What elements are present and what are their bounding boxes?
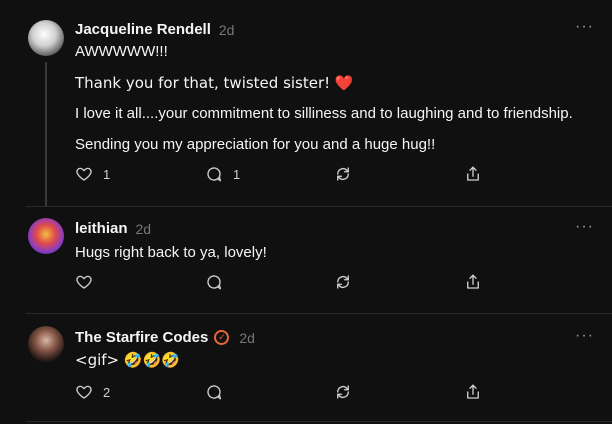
repost-button[interactable] <box>334 273 352 291</box>
timestamp[interactable]: 2d <box>219 22 235 38</box>
like-button[interactable]: 2 <box>75 383 110 401</box>
comment-icon <box>207 385 222 400</box>
like-button[interactable]: 1 <box>75 165 110 183</box>
comment-icon <box>207 275 222 290</box>
username[interactable]: Jacqueline Rendell <box>75 21 211 38</box>
divider <box>26 421 612 422</box>
share-button[interactable] <box>464 165 482 183</box>
divider <box>26 206 612 207</box>
reply-button[interactable] <box>205 383 223 401</box>
repost-button[interactable] <box>334 383 352 401</box>
share-button[interactable] <box>464 273 482 291</box>
timestamp[interactable]: 2d <box>239 330 255 346</box>
share-icon <box>467 274 479 289</box>
divider <box>26 313 612 314</box>
reply-count: 1 <box>233 166 241 182</box>
share-button[interactable] <box>464 383 482 401</box>
repost-button[interactable] <box>334 165 352 183</box>
heart-icon <box>76 275 92 289</box>
post-header: Jacqueline Rendell 2d <box>75 21 234 38</box>
post-header: The Starfire Codes ✓ 2d <box>75 329 255 346</box>
username[interactable]: The Starfire Codes <box>75 329 208 346</box>
avatar[interactable] <box>28 326 64 362</box>
post-text: <gif> 🤣🤣🤣 <box>75 351 180 369</box>
timestamp[interactable]: 2d <box>136 221 152 237</box>
post-text: Hugs right back to ya, lovely! <box>75 244 267 261</box>
repost-icon <box>337 275 349 289</box>
post-header: leithian 2d <box>75 220 151 237</box>
post-text: Thank you for that, twisted sister! ❤️ <box>75 74 354 92</box>
post-text: Sending you my appreciation for you and … <box>75 136 436 153</box>
verified-icon: ✓ <box>214 330 230 345</box>
reply-button[interactable]: 1 <box>205 165 240 183</box>
repost-icon <box>337 167 349 181</box>
more-icon[interactable]: ··· <box>575 218 594 236</box>
avatar[interactable] <box>28 218 64 254</box>
more-icon[interactable]: ··· <box>575 327 594 345</box>
like-button[interactable] <box>75 273 93 291</box>
post-text: AWWWWW!!! <box>75 43 168 60</box>
repost-icon <box>337 385 349 399</box>
thread-line <box>45 62 47 207</box>
share-icon <box>467 384 479 399</box>
username[interactable]: leithian <box>75 220 128 237</box>
comment-icon <box>207 167 222 182</box>
like-count: 2 <box>103 384 111 400</box>
avatar[interactable] <box>28 20 64 56</box>
more-icon[interactable]: ··· <box>575 18 594 36</box>
heart-icon <box>76 385 92 399</box>
share-icon <box>467 166 479 181</box>
reply-button[interactable] <box>205 273 223 291</box>
heart-icon <box>76 167 92 181</box>
post-text: I love it all....your commitment to sill… <box>75 105 573 122</box>
like-count: 1 <box>103 166 111 182</box>
